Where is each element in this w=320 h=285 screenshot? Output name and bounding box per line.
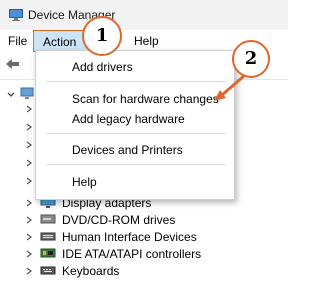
step-2-callout: 2 — [232, 40, 270, 78]
step-1-callout: 1 — [82, 16, 122, 56]
